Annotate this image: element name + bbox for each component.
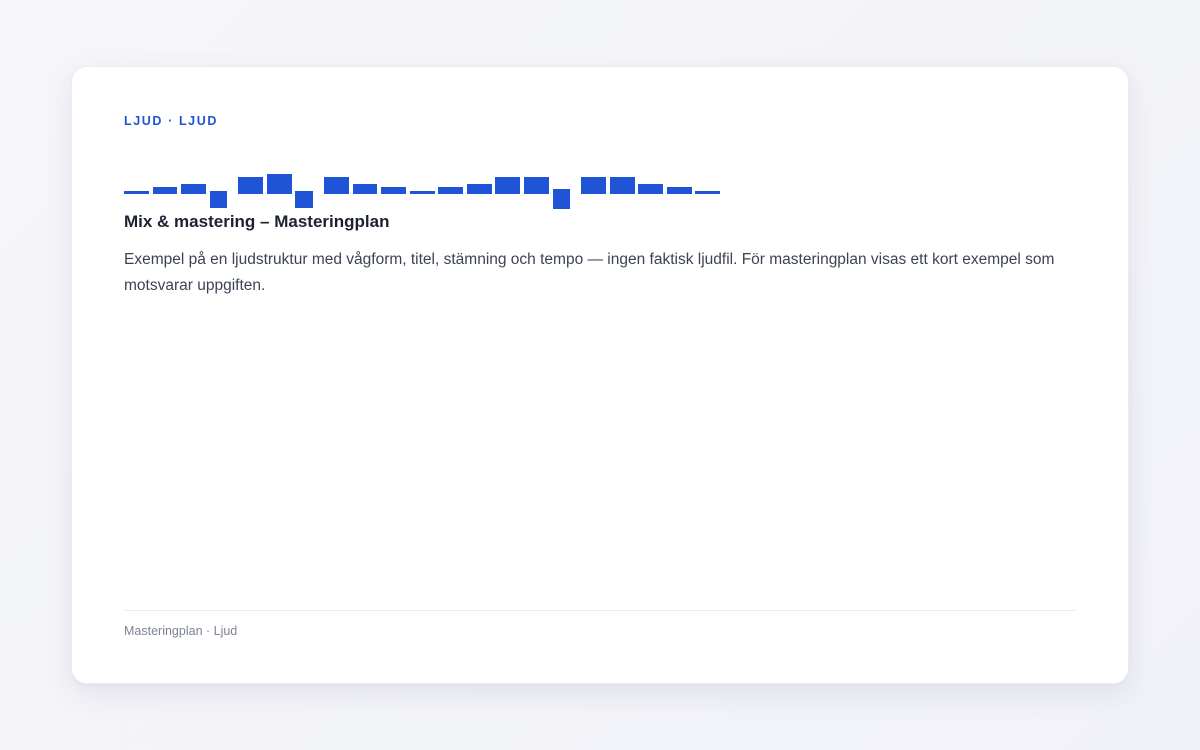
waveform-bar — [638, 184, 664, 194]
audio-card: LJUD · LJUD Mix & mastering – Masteringp… — [71, 66, 1129, 684]
waveform-bar — [581, 177, 606, 194]
waveform-bar — [495, 177, 521, 194]
card-description: Exempel på en ljudstruktur med vågform, … — [124, 251, 1055, 294]
waveform-bar — [124, 191, 149, 194]
waveform-bar — [352, 184, 378, 194]
waveform-bar — [438, 187, 464, 194]
card-title: Mix & mastering – Masteringplan — [124, 212, 390, 231]
waveform-bar — [152, 187, 178, 194]
category-label: LJUD · LJUD — [124, 114, 218, 128]
waveform-bar — [666, 187, 692, 194]
waveform-bar — [409, 191, 435, 194]
waveform-bar — [181, 184, 206, 194]
waveform-bar — [381, 187, 406, 194]
waveform-bar — [524, 177, 549, 194]
waveform-bar — [266, 174, 292, 194]
waveform-bar — [295, 190, 314, 208]
waveform — [124, 174, 724, 209]
waveform-bar — [209, 190, 228, 208]
waveform-bar — [552, 189, 571, 209]
waveform-bar — [466, 184, 492, 194]
waveform-bar — [695, 191, 721, 194]
footer-divider — [124, 610, 1076, 611]
card-footer: Masteringplan · Ljud — [124, 624, 238, 638]
waveform-bar — [324, 177, 349, 194]
waveform-bar — [609, 177, 635, 194]
waveform-bar — [238, 177, 264, 194]
